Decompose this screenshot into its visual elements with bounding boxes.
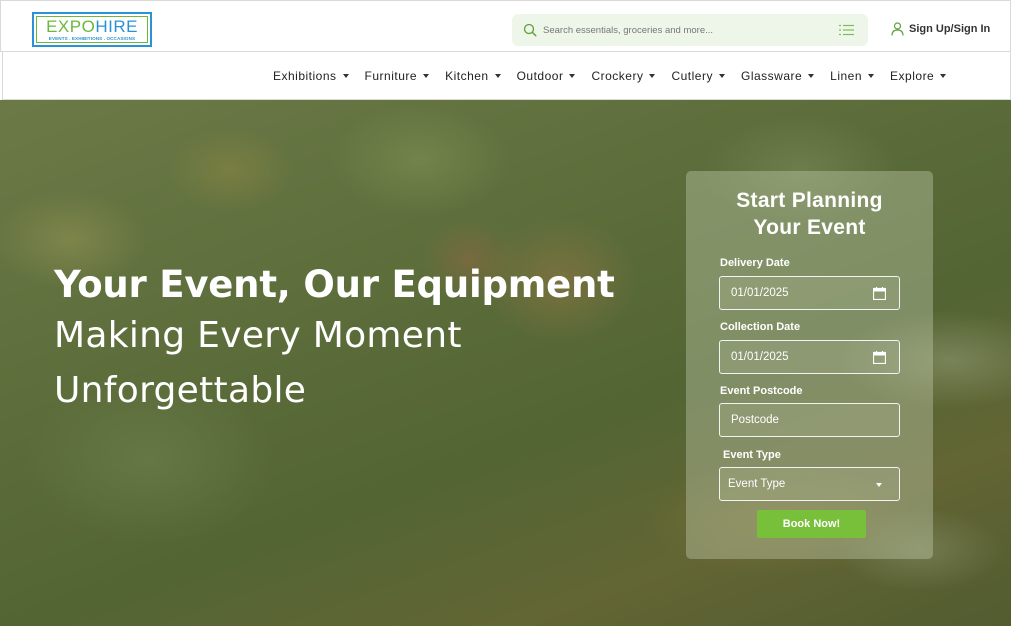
nav-item-exhibitions[interactable]: Exhibitions (273, 69, 349, 83)
nav-item-furniture[interactable]: Furniture (365, 69, 430, 83)
main-nav: Exhibitions Furniture Kitchen Outdoor Cr… (2, 52, 1011, 100)
hero-headline: Your Event, Our Equipment (54, 263, 615, 306)
event-type-value: Event Type (728, 478, 786, 490)
caret-down-icon (808, 74, 815, 78)
booking-title-line-1: Start Planning (736, 189, 883, 212)
nav-item-label: Linen (830, 69, 863, 83)
chevron-down-icon (876, 483, 882, 487)
logo-wordmark: EXPOHIRE (46, 18, 138, 35)
calendar-icon[interactable] (873, 351, 886, 364)
caret-down-icon (649, 74, 656, 78)
collection-date-label: Collection Date (720, 321, 801, 333)
list-icon[interactable] (839, 24, 854, 36)
caret-down-icon (940, 74, 947, 78)
search-input[interactable] (543, 20, 833, 40)
caret-down-icon (868, 74, 875, 78)
postcode-label: Event Postcode (720, 385, 803, 397)
logo-tagline: EVENTS . EXHIBITIONS . OCCASIONS (48, 36, 136, 41)
collection-date-value: 01/01/2025 (731, 351, 789, 363)
nav-item-label: Crockery (591, 69, 644, 83)
postcode-field[interactable] (719, 403, 900, 437)
nav-item-label: Kitchen (445, 69, 489, 83)
nav-item-linen[interactable]: Linen (830, 69, 875, 83)
nav-item-label: Glassware (740, 69, 803, 83)
postcode-input[interactable] (731, 414, 861, 426)
nav-menu: Exhibitions Furniture Kitchen Outdoor Cr… (273, 69, 947, 83)
nav-item-kitchen[interactable]: Kitchen (445, 69, 501, 83)
expohire-logo[interactable]: EXPOHIRE EVENTS . EXHIBITIONS . OCCASION… (32, 12, 152, 47)
event-type-label: Event Type (723, 449, 781, 461)
delivery-date-field[interactable]: 01/01/2025 (719, 276, 900, 310)
nav-item-glassware[interactable]: Glassware (740, 69, 815, 83)
search-icon (523, 23, 537, 37)
logo-hire: HIRE (95, 17, 138, 36)
caret-down-icon (494, 74, 501, 78)
nav-item-label: Explore (890, 69, 935, 83)
collection-date-field[interactable]: 01/01/2025 (719, 340, 900, 374)
logo-frame: EXPOHIRE EVENTS . EXHIBITIONS . OCCASION… (36, 16, 148, 43)
site-header: EXPOHIRE EVENTS . EXHIBITIONS . OCCASION… (0, 0, 1011, 52)
hero-text: Your Event, Our Equipment Making Every M… (54, 262, 615, 418)
nav-item-label: Exhibitions (273, 69, 337, 83)
hero-subline-1: Making Every Moment (54, 315, 462, 356)
nav-item-explore[interactable]: Explore (890, 69, 947, 83)
hero-subline-2: Unforgettable (54, 370, 307, 411)
nav-item-label: Outdoor (516, 69, 564, 83)
caret-down-icon (718, 74, 725, 78)
user-icon (891, 22, 904, 36)
search-bar[interactable] (512, 14, 868, 46)
delivery-date-label: Delivery Date (720, 257, 790, 269)
caret-down-icon (569, 74, 576, 78)
nav-item-label: Furniture (364, 69, 418, 83)
book-now-button[interactable]: Book Now! (757, 510, 866, 538)
delivery-date-value: 01/01/2025 (731, 287, 789, 299)
logo-expo: EXPO (46, 17, 96, 36)
nav-item-label: Cutlery (671, 69, 713, 83)
caret-down-icon (423, 74, 430, 78)
nav-item-outdoor[interactable]: Outdoor (517, 69, 576, 83)
nav-item-cutlery[interactable]: Cutlery (671, 69, 725, 83)
event-type-select[interactable]: Event Type (719, 467, 900, 501)
calendar-icon[interactable] (873, 287, 886, 300)
nav-item-crockery[interactable]: Crockery (591, 69, 656, 83)
caret-down-icon (342, 74, 349, 78)
signin-link[interactable]: Sign Up/Sign In (891, 22, 990, 36)
booking-card: Start Planning Your Event Delivery Date … (686, 171, 933, 559)
booking-title-line-2: Your Event (753, 216, 866, 239)
hero-section: Your Event, Our Equipment Making Every M… (0, 100, 1011, 626)
booking-title: Start Planning Your Event (686, 187, 933, 241)
signin-label: Sign Up/Sign In (909, 23, 991, 35)
